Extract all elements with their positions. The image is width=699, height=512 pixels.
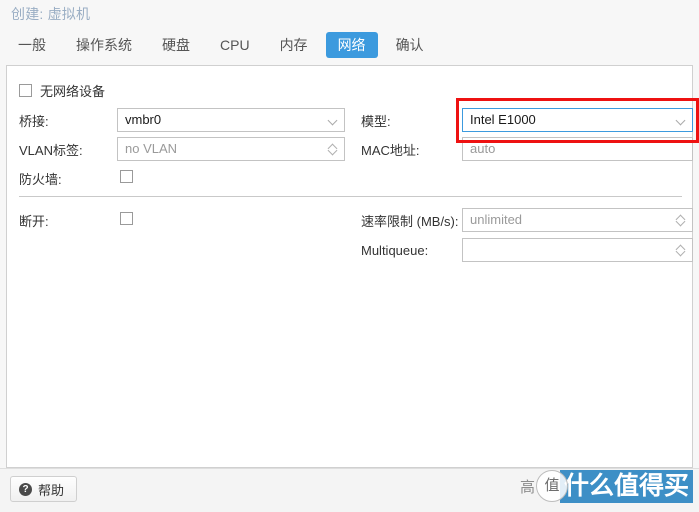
watermark-brand: 什么值得买 bbox=[559, 469, 693, 503]
network-settings-panel: 无网络设备 桥接: vmbr0 VLAN标签: no VLAN 防火墙: 断开:… bbox=[6, 65, 699, 468]
watermark-logo-text: 高 bbox=[519, 478, 535, 496]
vlan-tag-label: VLAN标签: bbox=[19, 142, 83, 158]
tab-os[interactable]: 操作系统 bbox=[64, 32, 144, 58]
model-label-wrap: 模型: bbox=[361, 108, 391, 132]
disconnect-checkbox[interactable] bbox=[120, 212, 133, 225]
rate-limit-label: 速率限制 (MB/s): bbox=[361, 213, 459, 229]
mac-address-label: MAC地址: bbox=[361, 142, 420, 158]
model-value: Intel E1000 bbox=[470, 112, 536, 127]
firewall-label-wrap: 防火墙: bbox=[19, 166, 62, 190]
mac-address-input[interactable]: auto bbox=[462, 137, 693, 161]
tab-network[interactable]: 网络 bbox=[325, 32, 378, 58]
model-label: 模型: bbox=[361, 113, 391, 129]
no-network-device-label: 无网络设备 bbox=[40, 83, 106, 99]
rate-limit-value: unlimited bbox=[470, 212, 523, 227]
spinner-icon[interactable] bbox=[328, 142, 338, 156]
tab-cpu[interactable]: CPU bbox=[208, 32, 262, 58]
rate-limit-input[interactable]: unlimited bbox=[462, 208, 693, 232]
rate-limit-label-wrap: 速率限制 (MB/s): bbox=[361, 208, 459, 232]
chevron-down-icon bbox=[677, 116, 685, 124]
disconnect-checkbox-wrap[interactable] bbox=[120, 212, 133, 228]
tab-confirm[interactable]: 确认 bbox=[384, 32, 436, 58]
firewall-checkbox[interactable] bbox=[120, 170, 133, 183]
dialog-titlebar: 创建: 虚拟机 bbox=[0, 0, 699, 26]
no-network-device-checkbox[interactable] bbox=[19, 83, 32, 97]
vlan-tag-label-wrap: VLAN标签: bbox=[19, 137, 83, 161]
watermark: 高 值 什么值得买 bbox=[520, 466, 693, 506]
vlan-tag-input[interactable]: no VLAN bbox=[117, 137, 345, 161]
disconnect-label-wrap: 断开: bbox=[19, 208, 49, 232]
watermark-logo-badge: 值 bbox=[535, 470, 568, 502]
page-title: 创建: 虚拟机 bbox=[11, 6, 91, 22]
multiqueue-label-wrap: Multiqueue: bbox=[361, 238, 428, 262]
help-button-label: 帮助 bbox=[38, 482, 65, 498]
spinner-icon[interactable] bbox=[676, 243, 686, 257]
help-button[interactable]: ? 帮助 bbox=[10, 476, 78, 502]
no-network-device-row[interactable]: 无网络设备 bbox=[19, 78, 105, 102]
chevron-down-icon bbox=[329, 116, 337, 124]
bridge-label: 桥接: bbox=[19, 113, 49, 129]
disconnect-label: 断开: bbox=[19, 213, 49, 229]
question-mark-circle-icon: ? bbox=[19, 482, 32, 496]
tab-memory[interactable]: 内存 bbox=[268, 32, 320, 58]
section-divider bbox=[19, 196, 682, 197]
create-vm-dialog: 创建: 虚拟机 一般 操作系统 硬盘 CPU 内存 网络 确认 无网络设备 桥接… bbox=[0, 0, 699, 512]
tab-general[interactable]: 一般 bbox=[6, 32, 58, 58]
firewall-checkbox-wrap[interactable] bbox=[120, 170, 133, 186]
tab-disk[interactable]: 硬盘 bbox=[150, 32, 202, 58]
spinner-icon[interactable] bbox=[676, 213, 686, 227]
bridge-label-wrap: 桥接: bbox=[19, 108, 49, 132]
multiqueue-label: Multiqueue: bbox=[361, 242, 429, 258]
multiqueue-input[interactable] bbox=[462, 238, 693, 262]
model-select[interactable]: Intel E1000 bbox=[462, 108, 693, 132]
vlan-tag-value: no VLAN bbox=[125, 141, 178, 156]
mac-address-label-wrap: MAC地址: bbox=[361, 137, 420, 161]
bridge-select[interactable]: vmbr0 bbox=[117, 108, 345, 132]
firewall-label: 防火墙: bbox=[19, 171, 62, 187]
bridge-value: vmbr0 bbox=[125, 112, 162, 127]
mac-address-value: auto bbox=[470, 141, 496, 156]
network-form: 无网络设备 桥接: vmbr0 VLAN标签: no VLAN 防火墙: 断开:… bbox=[7, 66, 699, 467]
tab-strip: 一般 操作系统 硬盘 CPU 内存 网络 确认 bbox=[0, 26, 699, 65]
